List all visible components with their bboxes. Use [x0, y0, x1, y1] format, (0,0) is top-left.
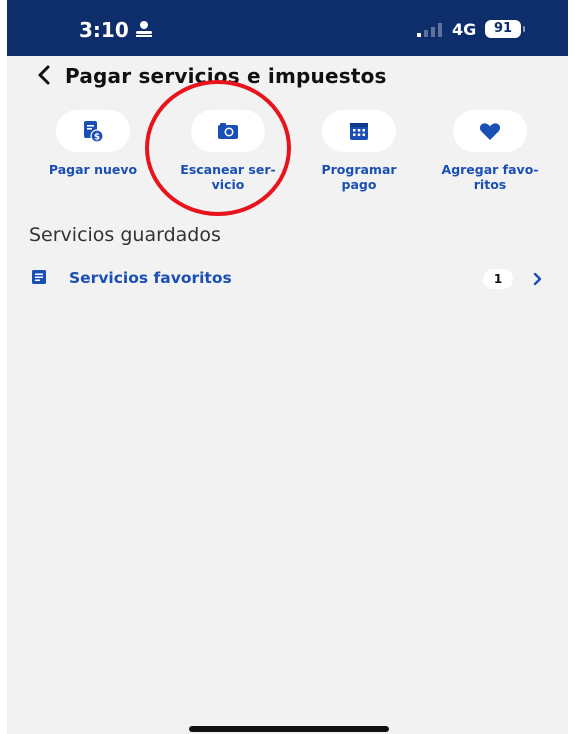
annotation-circle [145, 80, 291, 216]
action-label: Agregar favo- ritos [441, 162, 539, 192]
pagar-nuevo-button[interactable]: $ Pagar nuevo [28, 110, 158, 200]
status-time: 3:10 [79, 18, 129, 42]
battery-tip [523, 26, 525, 32]
action-label: Programar pago [321, 162, 397, 192]
network-type: 4G [452, 20, 477, 39]
person-icon [136, 21, 152, 37]
signal-icon [417, 23, 442, 37]
phone-screen: 3:10 4G 91 Pagar servicios e impuestos $… [7, 0, 568, 734]
page-header: Pagar servicios e impuestos [7, 56, 568, 100]
servicios-favoritos-label: Servicios favoritos [69, 269, 232, 287]
status-bar: 3:10 4G 91 [7, 0, 568, 56]
action-icon-container [322, 110, 396, 152]
chevron-right-icon [533, 272, 542, 286]
programar-pago-button[interactable]: Programar pago [294, 110, 424, 200]
home-indicator[interactable] [189, 726, 389, 732]
document-icon [32, 270, 46, 284]
svg-text:$: $ [94, 133, 100, 143]
agregar-favoritos-button[interactable]: Agregar favo- ritos [425, 110, 555, 200]
action-icon-container [453, 110, 527, 152]
action-label: Pagar nuevo [48, 162, 138, 177]
section-title: Servicios guardados [29, 224, 221, 246]
action-icon-container: $ [56, 110, 130, 152]
battery-indicator: 91 [485, 20, 521, 38]
favorites-count-badge: 1 [483, 269, 513, 289]
heart-icon [479, 123, 501, 140]
servicios-favoritos-row[interactable]: Servicios favoritos 1 [7, 258, 568, 300]
receipt-dollar-icon: $ [84, 121, 104, 143]
chevron-left-icon[interactable] [35, 64, 53, 86]
calendar-icon [350, 123, 368, 140]
